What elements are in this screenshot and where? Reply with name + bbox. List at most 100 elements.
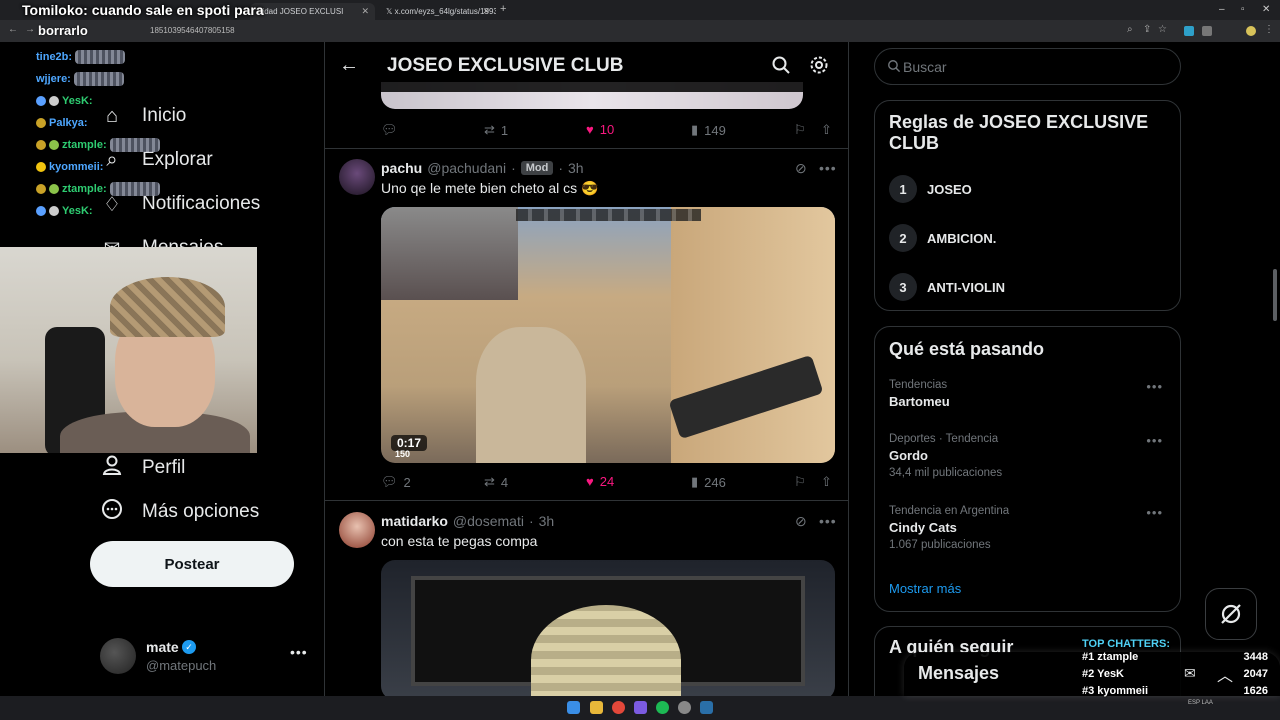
more-icon[interactable]: ••• xyxy=(1146,505,1163,520)
url-overlay-text: borrarlo xyxy=(38,23,88,38)
extensions-puzzle-icon[interactable] xyxy=(1202,26,1212,36)
tweet-author-name[interactable]: pachu xyxy=(381,160,422,176)
browser-forward-icon[interactable]: → xyxy=(25,24,35,35)
scrollbar-thumb[interactable] xyxy=(1273,269,1277,321)
file-explorer-icon[interactable] xyxy=(590,701,603,714)
browser-menu-icon[interactable]: ⋮ xyxy=(1264,24,1274,35)
browser-tab[interactable]: 𝕏 x.com/eyzs_64lg/status/19934 ✕ xyxy=(378,3,496,20)
tweet-author-handle[interactable]: @pachudani xyxy=(427,160,506,176)
verified-badge-icon: ✓ xyxy=(182,640,196,654)
chat-username: tine2b: xyxy=(36,51,73,63)
maximize-icon[interactable]: ▫ xyxy=(1241,4,1245,15)
taskbar-language[interactable]: ESP LAA xyxy=(1188,700,1213,707)
bar-chart-icon: ▮ xyxy=(691,122,699,137)
share-icon[interactable]: ⇧ xyxy=(821,122,832,138)
steam-icon[interactable] xyxy=(700,701,713,714)
reply-icon: 💬︎ xyxy=(381,122,398,137)
rule-item[interactable]: 2 AMBICION. xyxy=(889,224,996,252)
account-switcher[interactable]: mate ✓ @matepuch ••• xyxy=(100,638,312,678)
grok-button[interactable] xyxy=(1205,588,1257,640)
grok-icon[interactable]: ⊘ xyxy=(795,513,807,530)
tweet-video[interactable]: 0:17 150 xyxy=(381,207,835,463)
obs-icon[interactable] xyxy=(678,701,691,714)
top-chatter-row: #3 kyommeii 1626 xyxy=(1082,685,1272,701)
extension-icon[interactable] xyxy=(1184,26,1194,36)
rule-item[interactable]: 1 JOSEO xyxy=(889,175,972,203)
bookmark-star-icon[interactable]: ☆ xyxy=(1158,24,1167,35)
gear-icon[interactable] xyxy=(809,55,829,80)
tab-close-icon[interactable]: ✕ xyxy=(482,6,490,17)
browser-tab-bar: nidad JOSEO EXCLUSI ✕ 𝕏 x.com/eyzs_64lg/… xyxy=(0,0,1280,20)
more-icon[interactable]: ••• xyxy=(1146,433,1163,448)
views-button[interactable]: ▮ 149 xyxy=(691,122,726,138)
page-scrollbar[interactable] xyxy=(1272,44,1278,694)
webcam-overlay xyxy=(0,247,257,453)
like-button[interactable]: ♥ 10 xyxy=(586,122,614,137)
video-hud xyxy=(516,209,701,221)
browser-tab-active[interactable]: nidad JOSEO EXCLUSI ✕ xyxy=(250,3,375,20)
chrome-icon[interactable] xyxy=(612,701,625,714)
more-icon[interactable]: ••• xyxy=(290,644,308,660)
minimize-icon[interactable]: – xyxy=(1219,4,1225,15)
avatar[interactable] xyxy=(339,159,375,195)
search-box[interactable] xyxy=(874,48,1181,85)
tab-close-icon[interactable]: ✕ xyxy=(361,6,369,17)
post-button[interactable]: Postear xyxy=(90,541,294,587)
chat-line: Palkya: xyxy=(36,112,176,134)
bookmark-icon[interactable]: ⚐ xyxy=(794,474,806,490)
repost-icon: ⇄ xyxy=(484,474,495,489)
discord-icon[interactable] xyxy=(634,701,647,714)
profile-avatar-icon[interactable] xyxy=(1246,26,1256,36)
webcam-cap xyxy=(110,277,225,337)
top-chatter-row: #1 ztample 3448 xyxy=(1082,651,1272,667)
like-button[interactable]: ♥ 24 xyxy=(586,474,614,489)
views-button[interactable]: ▮ 246 xyxy=(691,474,726,490)
reply-button[interactable]: 💬︎ 2 xyxy=(381,474,411,490)
grok-icon[interactable]: ⊘ xyxy=(795,160,807,177)
repost-button[interactable]: ⇄ 1 xyxy=(484,122,508,138)
browser-back-icon[interactable]: ← xyxy=(8,24,18,35)
more-icon[interactable]: ••• xyxy=(1146,379,1163,394)
stream-chat-overlay: tine2b: wjjere: YesK: Palkya: ztample: k… xyxy=(36,46,176,222)
nav-item-more-options[interactable]: Más opciones xyxy=(100,497,259,527)
share-icon[interactable]: ⇧ xyxy=(821,474,832,490)
nav-item-profile[interactable]: Perfil xyxy=(100,453,185,483)
tweet-author-name[interactable]: matidarko xyxy=(381,513,448,529)
tweet-author-handle[interactable]: @dosemati xyxy=(453,513,524,529)
tweet-header: pachu @pachudani · Mod · 3h xyxy=(381,160,584,176)
url-field[interactable]: 1851039546407805158 xyxy=(150,26,235,35)
window-close-icon[interactable]: ✕ xyxy=(1262,4,1270,15)
more-icon[interactable]: ••• xyxy=(819,513,837,529)
badge-icon xyxy=(49,184,59,194)
chat-username: ztample: xyxy=(62,183,107,195)
tweet-time[interactable]: 3h xyxy=(539,513,555,529)
badge-icon xyxy=(36,140,46,150)
tab-label: x.com/eyzs_64lg/status/19934 xyxy=(394,7,496,16)
zoom-icon[interactable]: ⌕ xyxy=(1127,24,1133,35)
windows-start-icon[interactable] xyxy=(567,701,580,714)
share-icon[interactable]: ⇪ xyxy=(1143,24,1151,35)
rule-item[interactable]: 3 ANTI-VIOLIN xyxy=(889,273,1005,301)
tweet-time[interactable]: 3h xyxy=(568,160,584,176)
page-title: JOSEO EXCLUSIVE CLUB xyxy=(387,55,624,76)
show-more-link[interactable]: Mostrar más xyxy=(889,581,961,596)
trend-item[interactable]: Tendencia en Argentina Cindy Cats 1.067 … xyxy=(889,505,1169,555)
reply-button[interactable]: 💬︎ xyxy=(381,122,404,138)
back-arrow-icon[interactable]: ← xyxy=(339,54,359,77)
search-input[interactable] xyxy=(903,49,1163,84)
rule-number: 1 xyxy=(889,175,917,203)
emote-icon xyxy=(75,50,126,64)
community-timeline: ← JOSEO EXCLUSIVE CLUB 💬︎ ⇄ 1 ♥ 10 ▮ 149 ⚐ … xyxy=(324,42,849,696)
bookmark-icon[interactable]: ⚐ xyxy=(794,122,806,138)
search-icon[interactable] xyxy=(771,55,791,80)
chat-username: YesK: xyxy=(62,95,93,107)
new-tab-icon[interactable]: + xyxy=(500,3,506,15)
repost-button[interactable]: ⇄ 4 xyxy=(484,474,508,490)
tweet-media[interactable] xyxy=(381,560,835,696)
more-icon[interactable]: ••• xyxy=(819,160,837,176)
spotify-icon[interactable] xyxy=(656,701,669,714)
trend-name: Bartomeu xyxy=(889,394,950,409)
avatar[interactable] xyxy=(339,512,375,548)
trend-item[interactable]: Deportes · Tendencia Gordo 34,4 mil publ… xyxy=(889,433,1169,483)
trend-item[interactable]: Tendencias Bartomeu ••• xyxy=(889,379,1169,429)
